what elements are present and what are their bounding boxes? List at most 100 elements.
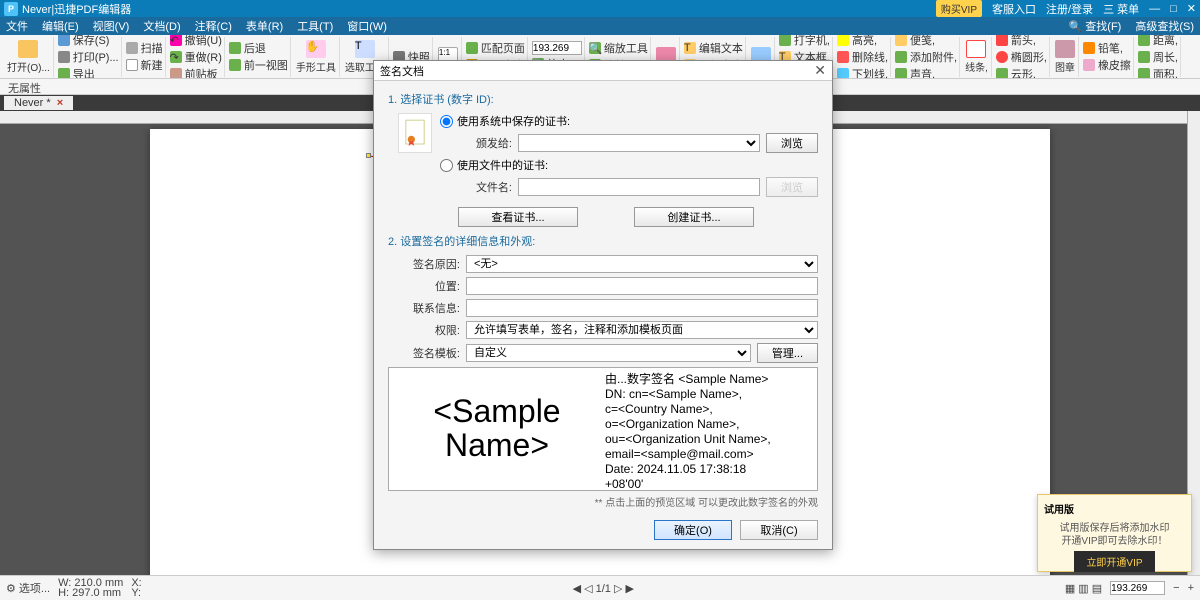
tool-strikeout[interactable]: 删除线, bbox=[837, 49, 888, 65]
permission-select[interactable]: 允许填写表单，签名，注释和添加模板页面 bbox=[466, 321, 818, 339]
tool-back[interactable]: 后退 bbox=[229, 40, 288, 56]
menu-window[interactable]: 窗口(W) bbox=[347, 18, 387, 34]
tool-area[interactable]: 面积, bbox=[1138, 66, 1178, 80]
tool-print[interactable]: 打印(P)... bbox=[58, 49, 119, 65]
permission-label: 权限: bbox=[388, 322, 466, 338]
zoom-in-icon[interactable]: + bbox=[1188, 582, 1194, 594]
browse-cert-button[interactable]: 浏览 bbox=[766, 133, 818, 153]
status-page-size: W: 210.0 mmH: 297.0 mm bbox=[58, 578, 123, 598]
tool-fit-page[interactable]: 匹配页面 bbox=[466, 40, 525, 56]
menu-file[interactable]: 文件 bbox=[6, 18, 28, 34]
statusbar: ⚙ 选项... W: 210.0 mmH: 297.0 mm X:Y: ◀ ◁ … bbox=[0, 575, 1200, 600]
location-input[interactable] bbox=[466, 277, 818, 295]
notify-title: 试用版 bbox=[1044, 501, 1074, 516]
tool-cloud[interactable]: 云形, bbox=[996, 66, 1047, 80]
template-label: 签名模板: bbox=[388, 345, 466, 361]
certificate-icon bbox=[398, 113, 432, 153]
tool-typewriter[interactable]: 打字机, bbox=[779, 35, 830, 48]
radio-system-cert[interactable] bbox=[440, 115, 453, 128]
menubar: 文件 编辑(E) 视图(V) 文档(D) 注释(C) 表单(R) 工具(T) 窗… bbox=[0, 17, 1200, 35]
manage-template-button[interactable]: 管理... bbox=[757, 343, 818, 363]
tool-open[interactable]: 打开(O)... bbox=[4, 37, 54, 77]
tool-export[interactable]: 导出 bbox=[58, 66, 119, 80]
tool-highlight[interactable]: 高亮, bbox=[837, 35, 888, 48]
issuer-select[interactable] bbox=[518, 134, 760, 152]
radio-system-cert-label: 使用系统中保存的证书: bbox=[457, 113, 570, 129]
support-link[interactable]: 客服入口 bbox=[992, 1, 1036, 17]
tool-eraser[interactable]: 橡皮擦 bbox=[1083, 57, 1131, 73]
issuer-label: 颁发给: bbox=[440, 135, 518, 151]
dialog-titlebar[interactable]: 签名文档 ✕ bbox=[374, 61, 832, 81]
radio-file-cert[interactable] bbox=[440, 159, 453, 172]
ok-button[interactable]: 确定(O) bbox=[654, 520, 732, 540]
hamburger-menu[interactable]: 三 菜单 bbox=[1103, 1, 1139, 17]
zoom-out-icon[interactable]: − bbox=[1173, 582, 1179, 594]
tool-scan[interactable]: 扫描 bbox=[126, 40, 163, 56]
tab-close-icon[interactable]: × bbox=[57, 97, 63, 109]
tab-label: Never * bbox=[14, 97, 51, 109]
tool-ellipse[interactable]: 椭圆形, bbox=[996, 49, 1047, 65]
menu-form[interactable]: 表单(R) bbox=[246, 18, 283, 34]
tool-note[interactable]: 便笺, bbox=[895, 35, 957, 48]
close-button[interactable]: ✕ bbox=[1187, 2, 1196, 15]
tool-sound[interactable]: 声音, bbox=[895, 66, 957, 80]
layout-icons[interactable]: ▦ ▥ ▤ bbox=[1065, 582, 1102, 595]
tool-distance[interactable]: 距离, bbox=[1138, 35, 1178, 48]
tool-prev-view[interactable]: 前一视图 bbox=[229, 57, 288, 73]
dialog-close-icon[interactable]: ✕ bbox=[814, 62, 826, 79]
tool-undo[interactable]: ↶撤销(U) bbox=[170, 35, 222, 48]
tool-underline[interactable]: 下划线, bbox=[837, 66, 888, 80]
upgrade-vip-button[interactable]: 立即开通VIP bbox=[1074, 551, 1154, 572]
document-tab[interactable]: Never * × bbox=[4, 96, 73, 110]
zoom-value-input[interactable] bbox=[532, 41, 582, 55]
location-label: 位置: bbox=[388, 278, 466, 294]
menu-find[interactable]: 🔍 查找(F) bbox=[1069, 18, 1122, 34]
tool-edit-text[interactable]: T编辑文本 bbox=[684, 40, 743, 56]
filename-label: 文件名: bbox=[440, 179, 518, 195]
reason-label: 签名原因: bbox=[388, 256, 466, 272]
contact-input[interactable] bbox=[466, 299, 818, 317]
tool-zoom[interactable]: 🔍缩放工具 bbox=[589, 40, 648, 56]
section-2-label: 2. 设置签名的详细信息和外观: bbox=[388, 233, 818, 249]
app-logo: P bbox=[4, 2, 18, 16]
browse-file-button: 浏览 bbox=[766, 177, 818, 197]
tool-redo[interactable]: ↷重做(R) bbox=[170, 49, 222, 65]
status-page-nav[interactable]: ◀ ◁ 1/1 ▷ ▶ bbox=[150, 582, 1057, 595]
notify-text: 试用版保存后将添加水印 开通VIP即可去除水印！ bbox=[1060, 522, 1170, 548]
tool-pencil[interactable]: 铅笔, bbox=[1083, 40, 1131, 56]
tool-arrow[interactable]: 箭头, bbox=[996, 35, 1047, 48]
preview-details: 由...数字签名 <Sample Name> DN: cn=<Sample Na… bbox=[601, 372, 813, 486]
menu-tool[interactable]: 工具(T) bbox=[297, 18, 333, 34]
trial-notification: 试用版 试用版保存后将添加水印 开通VIP即可去除水印！ 立即开通VIP bbox=[1037, 494, 1192, 572]
cancel-button[interactable]: 取消(C) bbox=[740, 520, 818, 540]
tool-attach[interactable]: 添加附件, bbox=[895, 49, 957, 65]
signature-preview[interactable]: <Sample Name> 由...数字签名 <Sample Name> DN:… bbox=[388, 367, 818, 491]
create-cert-button[interactable]: 创建证书... bbox=[634, 207, 754, 227]
tool-new[interactable]: 新建 bbox=[126, 57, 163, 73]
menu-comment[interactable]: 注释(C) bbox=[195, 18, 232, 34]
tool-save[interactable]: 保存(S) bbox=[58, 35, 119, 48]
tool-clipboard[interactable]: 前贴板 bbox=[170, 66, 222, 80]
tool-lines[interactable]: 线条, bbox=[962, 37, 992, 77]
annotation-handle[interactable] bbox=[366, 153, 371, 158]
template-select[interactable]: 自定义 bbox=[466, 344, 751, 362]
status-options[interactable]: ⚙ 选项... bbox=[6, 580, 50, 596]
buy-vip-button[interactable]: 购买VIP bbox=[936, 0, 982, 17]
menu-advanced-find[interactable]: 高级查找(S) bbox=[1135, 18, 1194, 34]
login-link[interactable]: 注册/登录 bbox=[1046, 1, 1093, 17]
menu-document[interactable]: 文档(D) bbox=[143, 18, 180, 34]
sign-document-dialog: 签名文档 ✕ 1. 选择证书 (数字 ID): 使用系统中保存的证书: 颁发给:… bbox=[373, 60, 833, 550]
menu-view[interactable]: 视图(V) bbox=[93, 18, 130, 34]
minimize-button[interactable]: — bbox=[1149, 3, 1160, 15]
tool-perimeter[interactable]: 周长, bbox=[1138, 49, 1178, 65]
tool-stamp[interactable]: 图章 bbox=[1052, 37, 1079, 77]
view-cert-button[interactable]: 查看证书... bbox=[458, 207, 578, 227]
maximize-button[interactable]: □ bbox=[1170, 3, 1177, 15]
dialog-title: 签名文档 bbox=[380, 63, 424, 79]
radio-file-cert-label: 使用文件中的证书: bbox=[457, 157, 548, 173]
status-zoom-input[interactable] bbox=[1110, 581, 1165, 595]
tool-hand[interactable]: ✋手形工具 bbox=[293, 37, 340, 77]
menu-edit[interactable]: 编辑(E) bbox=[42, 18, 79, 34]
contact-label: 联系信息: bbox=[388, 300, 466, 316]
reason-select[interactable]: <无> bbox=[466, 255, 818, 273]
